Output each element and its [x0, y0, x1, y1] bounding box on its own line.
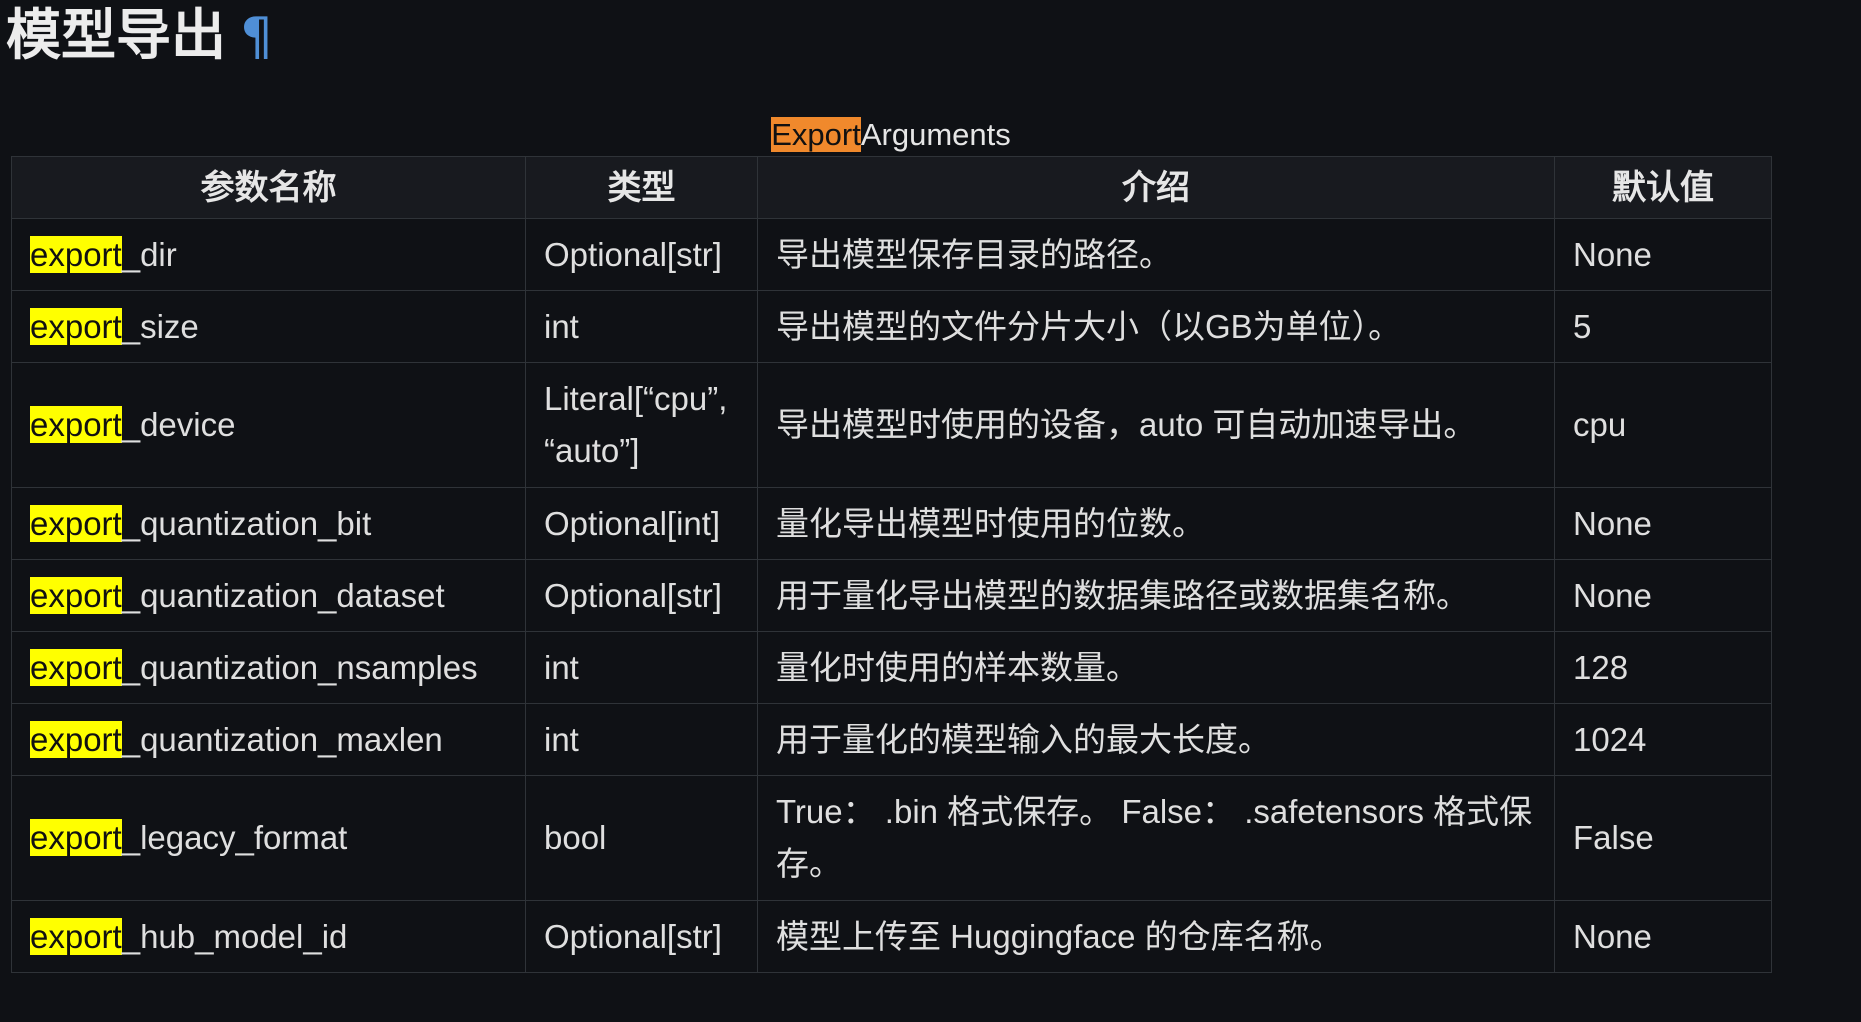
param-name-suffix: _legacy_format: [121, 819, 348, 856]
description-cell: 导出模型时使用的设备，auto 可自动加速导出。: [757, 362, 1555, 488]
search-highlight: export: [30, 576, 122, 614]
caption-highlight: Export: [771, 117, 861, 152]
table-row: export_quantization_bit Optional[int] 量化…: [11, 487, 1772, 560]
type-cell: Optional[str]: [525, 218, 758, 291]
default-cell: False: [1554, 775, 1772, 901]
type-cell: int: [525, 290, 758, 363]
description-cell: 用于量化的模型输入的最大长度。: [757, 703, 1555, 776]
search-highlight: export: [30, 235, 122, 273]
param-name-suffix: _device: [121, 406, 236, 443]
description-cell: 导出模型保存目录的路径。: [757, 218, 1555, 291]
param-name-cell: export_legacy_format: [11, 775, 526, 901]
export-arguments-table-container: ExportArguments 参数名称 类型 介绍 默认值 export_di…: [11, 113, 1772, 973]
search-highlight: export: [30, 917, 122, 955]
param-name-cell: export_hub_model_id: [11, 900, 526, 973]
table-row: export_hub_model_id Optional[str] 模型上传至 …: [11, 900, 1772, 973]
table-row: export_device Literal[“cpu”, “auto”] 导出模…: [11, 362, 1772, 488]
default-cell: None: [1554, 487, 1772, 560]
search-highlight: export: [30, 504, 122, 542]
param-name-suffix: _quantization_maxlen: [121, 720, 443, 758]
description-cell: True： .bin 格式保存。 False： .safetensors 格式保…: [757, 775, 1555, 901]
type-cell: Optional[str]: [525, 900, 758, 973]
table-row: export_quantization_nsamples int 量化时使用的样…: [11, 631, 1772, 704]
caption-rest: Arguments: [860, 117, 1011, 152]
type-cell: bool: [525, 775, 758, 901]
description-cell: 量化导出模型时使用的位数。: [757, 487, 1555, 560]
param-name-cell: export_quantization_maxlen: [11, 703, 526, 776]
table-row: export_legacy_format bool True： .bin 格式保…: [11, 775, 1772, 901]
header-type: 类型: [525, 156, 758, 219]
param-name-suffix: _quantization_dataset: [121, 576, 445, 614]
default-cell: cpu: [1554, 362, 1772, 488]
param-name-suffix: _quantization_bit: [121, 504, 372, 542]
search-highlight: export: [30, 819, 122, 856]
pilcrow-icon[interactable]: ¶: [240, 7, 273, 67]
param-name-cell: export_quantization_nsamples: [11, 631, 526, 704]
param-name-cell: export_dir: [11, 218, 526, 291]
search-highlight: export: [30, 720, 122, 758]
param-name-cell: export_quantization_bit: [11, 487, 526, 560]
type-cell: Optional[int]: [525, 487, 758, 560]
export-arguments-table: 参数名称 类型 介绍 默认值 export_dir Optional[str] …: [11, 156, 1772, 973]
search-highlight: export: [30, 406, 122, 443]
header-param-name: 参数名称: [11, 156, 526, 219]
page-title: 模型导出 ¶: [6, 0, 273, 70]
type-cell: int: [525, 703, 758, 776]
param-name-suffix: _hub_model_id: [121, 917, 348, 955]
page-title-text: 模型导出: [6, 3, 227, 67]
type-cell: Literal[“cpu”, “auto”]: [525, 362, 758, 488]
description-cell: 用于量化导出模型的数据集路径或数据集名称。: [757, 559, 1555, 632]
default-cell: None: [1554, 218, 1772, 291]
table-row: export_quantization_dataset Optional[str…: [11, 559, 1772, 632]
param-name-suffix: _dir: [121, 235, 177, 273]
default-cell: 1024: [1554, 703, 1772, 776]
default-cell: 128: [1554, 631, 1772, 704]
type-cell: int: [525, 631, 758, 704]
param-name-cell: export_size: [11, 290, 526, 363]
param-name-suffix: _size: [121, 307, 199, 345]
param-name-suffix: _quantization_nsamples: [121, 648, 478, 686]
default-cell: None: [1554, 559, 1772, 632]
table-row: export_size int 导出模型的文件分片大小（以GB为单位）。 5: [11, 290, 1772, 363]
table-row: export_quantization_maxlen int 用于量化的模型输入…: [11, 703, 1772, 776]
description-cell: 导出模型的文件分片大小（以GB为单位）。: [757, 290, 1555, 363]
header-description: 介绍: [757, 156, 1555, 219]
header-default: 默认值: [1554, 156, 1772, 219]
table-row: export_dir Optional[str] 导出模型保存目录的路径。 No…: [11, 218, 1772, 291]
param-name-cell: export_quantization_dataset: [11, 559, 526, 632]
description-cell: 量化时使用的样本数量。: [757, 631, 1555, 704]
search-highlight: export: [30, 307, 122, 345]
table-header-row: 参数名称 类型 介绍 默认值: [11, 156, 1772, 219]
default-cell: 5: [1554, 290, 1772, 363]
search-highlight: export: [30, 648, 122, 686]
type-cell: Optional[str]: [525, 559, 758, 632]
default-cell: None: [1554, 900, 1772, 973]
description-cell: 模型上传至 Huggingface 的仓库名称。: [757, 900, 1555, 973]
table-caption: ExportArguments: [11, 113, 1771, 156]
param-name-cell: export_device: [11, 362, 526, 488]
